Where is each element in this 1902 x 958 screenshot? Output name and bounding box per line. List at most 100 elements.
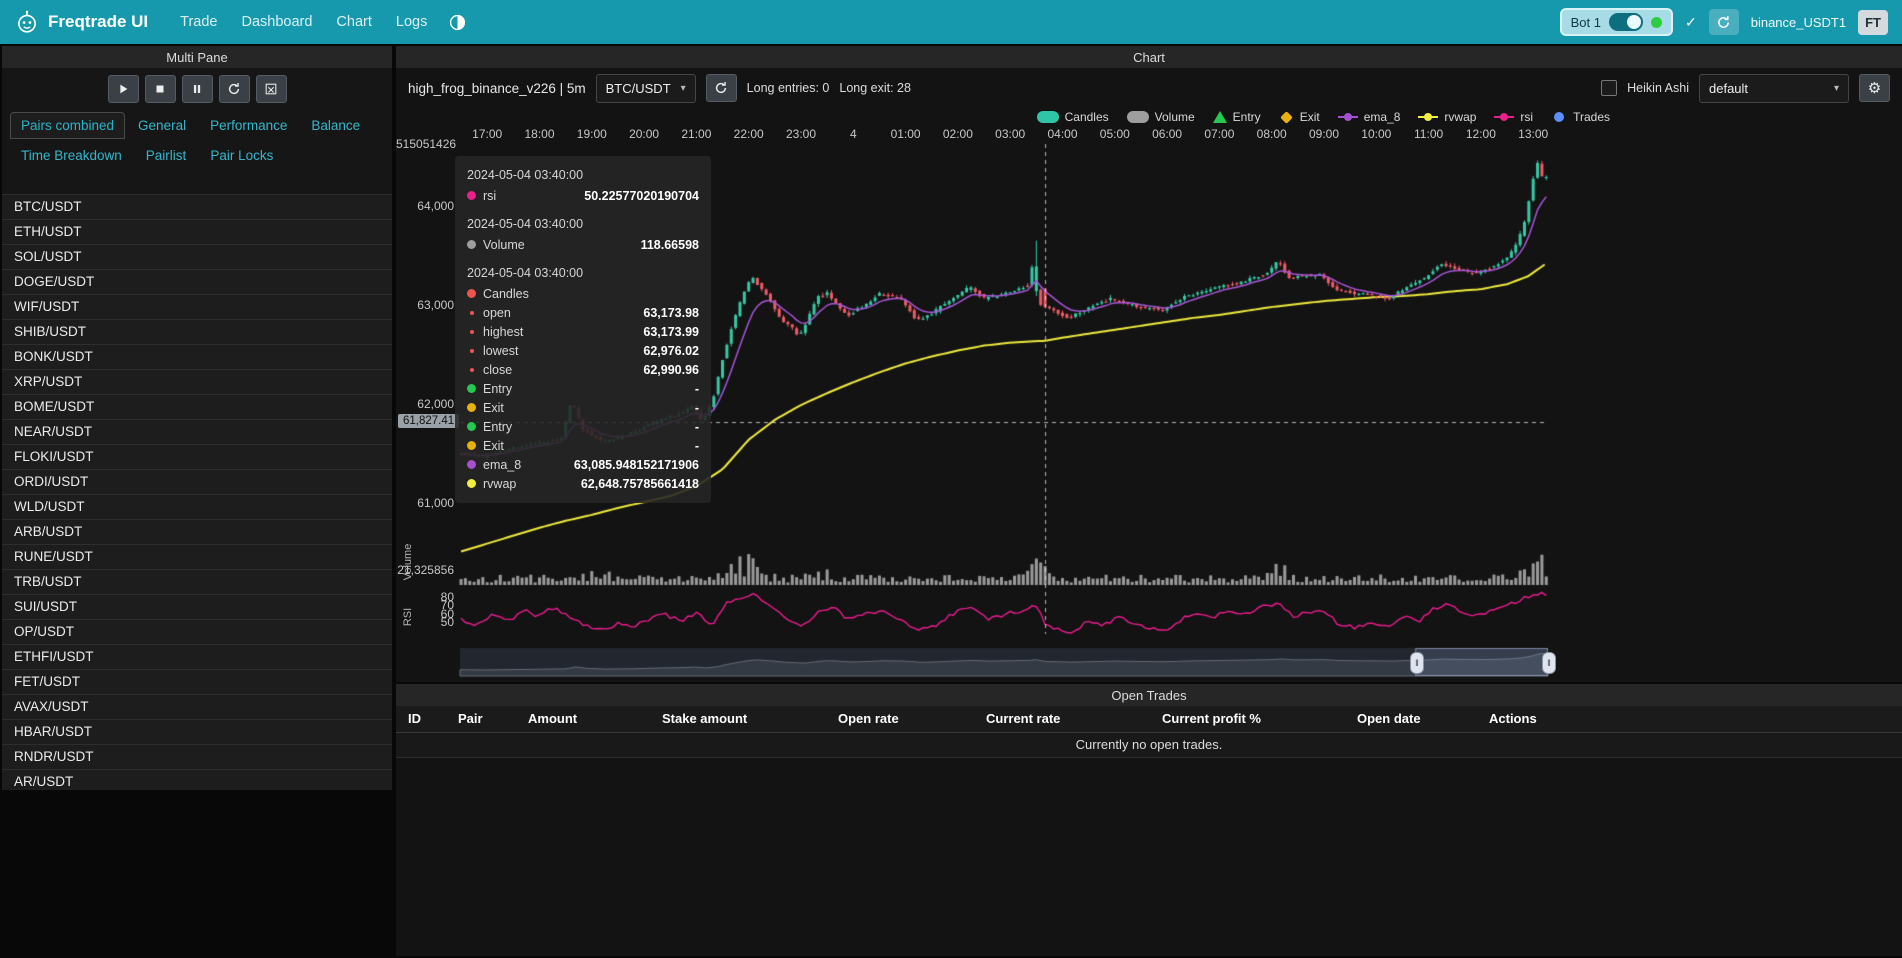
bot-selector[interactable]: Bot 1: [1560, 8, 1673, 36]
open-trades-column-headers: IDPairAmountStake amountOpen rateCurrent…: [396, 706, 1902, 733]
pair-item-near-usdt[interactable]: NEAR/USDT: [2, 420, 392, 445]
pair-item-btc-usdt[interactable]: BTC/USDT: [2, 195, 392, 220]
legend-label: Entry: [1233, 110, 1261, 124]
navbar: Freqtrade UI Trade Dashboard Chart Logs Bot…: [0, 0, 1902, 44]
chart-legend: Candles Volume Entry Exit ema_8 rvwap rsi Trade…: [396, 106, 1902, 128]
tab-performance[interactable]: Performance: [199, 112, 298, 139]
legend-item-candles[interactable]: Candles: [1037, 110, 1109, 124]
tab-pairlist[interactable]: Pairlist: [135, 142, 198, 169]
tooltip-date: 2024-05-04 03:40:00: [467, 266, 699, 280]
tooltip-row-rvwap: rvwap62,648.75785661418: [467, 474, 699, 493]
tooltip-row-label: Exit: [483, 439, 504, 453]
chart-close-button[interactable]: [256, 75, 287, 103]
column-header-open-date: Open date: [1345, 706, 1477, 732]
tooltip-row-exit: Exit-: [467, 398, 699, 417]
legend-label: Candles: [1065, 110, 1109, 124]
bot-toggle[interactable]: [1609, 13, 1643, 31]
rvwap-series-dot-icon: [467, 479, 476, 488]
check-icon[interactable]: ✓: [1685, 14, 1697, 31]
long-exit-label: Long exit: 28: [839, 81, 911, 95]
pair-item-bome-usdt[interactable]: BOME/USDT: [2, 395, 392, 420]
tab-general[interactable]: General: [127, 112, 197, 139]
pair-item-shib-usdt[interactable]: SHIB/USDT: [2, 320, 392, 345]
nav-link-chart[interactable]: Chart: [336, 14, 371, 30]
freqtrade-logo-icon: [14, 9, 40, 35]
legend-item-exit[interactable]: Exit: [1279, 110, 1320, 124]
navigator-handle-left[interactable]: ‖: [1410, 652, 1424, 674]
tooltip-row-value: 63,173.98: [643, 306, 699, 320]
pair-item-trb-usdt[interactable]: TRB/USDT: [2, 570, 392, 595]
pair-item-ordi-usdt[interactable]: ORDI/USDT: [2, 470, 392, 495]
pause-icon: [190, 82, 204, 96]
theme-toggle-icon[interactable]: [449, 14, 466, 31]
pair-item-ethfi-usdt[interactable]: ETHFI/USDT: [2, 645, 392, 670]
tooltip-row-value: 50.22577020190704: [584, 189, 699, 203]
tab-pairs-combined[interactable]: Pairs combined: [10, 112, 125, 139]
chart-panel: Chart high_frog_binance_v226 | 5m BTC/US…: [396, 46, 1902, 682]
pair-item-sol-usdt[interactable]: SOL/USDT: [2, 245, 392, 270]
pair-item-eth-usdt[interactable]: ETH/USDT: [2, 220, 392, 245]
pair-item-fet-usdt[interactable]: FET/USDT: [2, 670, 392, 695]
legend-item-rvwap[interactable]: rvwap: [1418, 110, 1476, 124]
stop-button[interactable]: [145, 75, 176, 103]
brand[interactable]: Freqtrade UI: [14, 9, 148, 35]
pair-item-avax-usdt[interactable]: AVAX/USDT: [2, 695, 392, 720]
pair-item-doge-usdt[interactable]: DOGE/USDT: [2, 270, 392, 295]
nav-link-logs[interactable]: Logs: [396, 14, 427, 30]
chart-panel-header: Chart: [396, 46, 1902, 68]
pane-tabs-row-2: Time BreakdownPairlistPair Locks: [2, 140, 392, 170]
legend-item-volume[interactable]: Volume: [1127, 110, 1195, 124]
tooltip-row-value: -: [695, 382, 699, 396]
legend-item-trades[interactable]: Trades: [1551, 110, 1610, 124]
tab-balance[interactable]: Balance: [300, 112, 371, 139]
legend-label: Trades: [1573, 110, 1610, 124]
pair-item-ar-usdt[interactable]: AR/USDT: [2, 770, 392, 790]
tooltip-row-candles: Candles: [467, 284, 699, 303]
tooltip-row-close: close62,990.96: [467, 360, 699, 379]
lowest-series-dot-icon: [470, 349, 474, 353]
tooltip-row-label: close: [483, 363, 512, 377]
legend-item-rsi[interactable]: rsi: [1494, 110, 1533, 124]
column-header-actions: Actions: [1477, 706, 1902, 732]
chevron-down-icon: ▾: [681, 83, 686, 94]
pair-item-hbar-usdt[interactable]: HBAR/USDT: [2, 720, 392, 745]
pane-tabs-row-1: Pairs combinedGeneralPerformanceBalance: [2, 110, 392, 140]
pair-item-rndr-usdt[interactable]: RNDR/USDT: [2, 745, 392, 770]
strategy-label: high_frog_binance_v226 | 5m: [408, 81, 586, 96]
bot-status-online-dot: [1651, 17, 1662, 28]
ema-8-series-dot-icon: [467, 460, 476, 469]
chart-refresh-button[interactable]: [706, 74, 737, 102]
legend-label: rvwap: [1444, 110, 1476, 124]
tooltip-row-value: 118.66598: [641, 238, 699, 252]
pair-item-xrp-usdt[interactable]: XRP/USDT: [2, 370, 392, 395]
pair-item-floki-usdt[interactable]: FLOKI/USDT: [2, 445, 392, 470]
refresh-button[interactable]: [1709, 9, 1739, 35]
navigator-handle-right[interactable]: ‖: [1542, 652, 1556, 674]
avatar[interactable]: FT: [1858, 10, 1888, 35]
legend-item-ema-8[interactable]: ema_8: [1338, 110, 1401, 124]
tab-time-breakdown[interactable]: Time Breakdown: [10, 142, 133, 169]
pair-select[interactable]: BTC/USDT ▾: [596, 74, 696, 103]
plot-config-select[interactable]: default ▾: [1699, 74, 1849, 103]
tooltip-row-entry: Entry-: [467, 417, 699, 436]
pair-item-sui-usdt[interactable]: SUI/USDT: [2, 595, 392, 620]
pair-item-op-usdt[interactable]: OP/USDT: [2, 620, 392, 645]
play-button[interactable]: [108, 75, 139, 103]
pair-item-wld-usdt[interactable]: WLD/USDT: [2, 495, 392, 520]
legend-item-entry[interactable]: Entry: [1213, 110, 1261, 124]
plot-settings-button[interactable]: ⚙: [1859, 74, 1890, 102]
pair-item-rune-usdt[interactable]: RUNE/USDT: [2, 545, 392, 570]
nav-link-dashboard[interactable]: Dashboard: [241, 14, 312, 30]
nav-link-trade[interactable]: Trade: [180, 14, 217, 30]
multi-pane-controls: [2, 68, 392, 110]
rsi-legend-marker-icon: [1494, 116, 1514, 118]
pause-button[interactable]: [182, 75, 213, 103]
pair-item-arb-usdt[interactable]: ARB/USDT: [2, 520, 392, 545]
heikin-ashi-checkbox[interactable]: [1601, 80, 1617, 96]
tab-pair-locks[interactable]: Pair Locks: [199, 142, 284, 169]
reload-button[interactable]: [219, 75, 250, 103]
refresh-icon: [1716, 15, 1731, 30]
pair-item-wif-usdt[interactable]: WIF/USDT: [2, 295, 392, 320]
pair-item-bonk-usdt[interactable]: BONK/USDT: [2, 345, 392, 370]
crosshair-price-label: 61,827.41: [398, 414, 459, 428]
